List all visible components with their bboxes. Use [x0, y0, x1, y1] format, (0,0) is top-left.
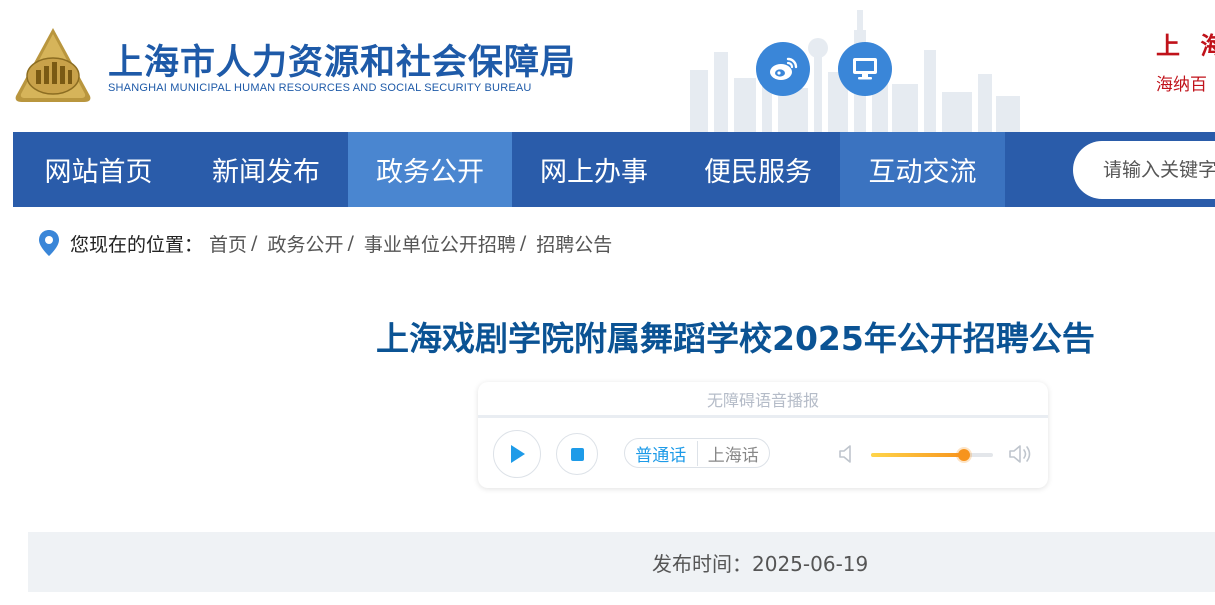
weibo-button[interactable] — [756, 42, 810, 96]
language-switch: 普通话 上海话 — [624, 438, 770, 468]
breadcrumb-label: 您现在的位置： — [70, 233, 204, 256]
site-subtitle: SHANGHAI MUNICIPAL HUMAN RESOURCES AND S… — [108, 82, 532, 94]
nav-item-home[interactable]: 网站首页 — [13, 132, 184, 207]
breadcrumb-home[interactable]: 首页 — [209, 230, 247, 257]
publish-date: 2025-06-19 — [752, 551, 869, 576]
breadcrumb: 您现在的位置： 首页 / 政务公开 / 事业单位公开招聘 / 招聘公告 — [38, 228, 612, 258]
breadcrumb-recruitment[interactable]: 事业单位公开招聘 — [364, 230, 516, 257]
breadcrumb-government-affairs[interactable]: 政务公开 — [267, 230, 343, 257]
volume-knob[interactable] — [957, 449, 970, 461]
nav-item-news[interactable]: 新闻发布 — [184, 132, 348, 207]
article-info-bar: 发布时间：2025-06-19 — [28, 532, 1215, 592]
breadcrumb-separator: / — [519, 232, 527, 254]
weibo-icon — [770, 57, 798, 80]
nav-item-government-affairs[interactable]: 政务公开 — [348, 132, 512, 207]
desktop-icon — [853, 58, 877, 80]
nav-item-online-services[interactable]: 网上办事 — [512, 132, 676, 207]
desktop-site-button[interactable] — [838, 42, 892, 96]
nav-item-interaction[interactable]: 互动交流 — [840, 132, 1005, 207]
breadcrumb-separator: / — [251, 232, 258, 254]
search-input[interactable] — [1103, 159, 1215, 181]
audio-player: 无障碍语音播报 普通话 上海话 — [478, 382, 1048, 488]
stop-icon — [570, 447, 584, 461]
nav-item-public-services[interactable]: 便民服务 — [676, 132, 840, 207]
site-header: 上海市人力资源和社会保障局 SHANGHAI MUNICIPAL HUMAN R… — [0, 0, 1215, 132]
site-title: 上海市人力资源和社会保障局 — [108, 43, 577, 83]
article-title: 上海戏剧学院附属舞蹈学校2025年公开招聘公告 — [376, 319, 1095, 358]
volume-high-icon[interactable] — [1008, 442, 1034, 466]
publish-label: 发布时间： — [652, 551, 752, 576]
volume-low-icon[interactable] — [838, 443, 856, 465]
bureau-logo — [15, 28, 91, 102]
search-box — [1073, 141, 1215, 199]
player-header: 无障碍语音播报 — [478, 382, 1048, 418]
lang-option-mandarin[interactable]: 普通话 — [625, 440, 698, 466]
volume-fill — [871, 453, 964, 457]
slogan-line-2: 海纳百 — [1156, 75, 1207, 95]
location-pin-icon — [39, 230, 59, 256]
slogan-line-1: 上 海 — [1156, 31, 1215, 60]
publish-info: 发布时间：2025-06-19 — [652, 548, 868, 577]
lang-option-shanghainese[interactable]: 上海话 — [698, 441, 770, 466]
volume-slider[interactable] — [871, 449, 993, 461]
play-icon — [511, 445, 525, 463]
main-nav: 网站首页 新闻发布 政务公开 网上办事 便民服务 互动交流 — [13, 132, 1215, 207]
play-button[interactable] — [493, 430, 541, 478]
breadcrumb-separator: / — [347, 232, 354, 254]
breadcrumb-announcement[interactable]: 招聘公告 — [536, 230, 612, 257]
stop-button[interactable] — [556, 433, 598, 475]
